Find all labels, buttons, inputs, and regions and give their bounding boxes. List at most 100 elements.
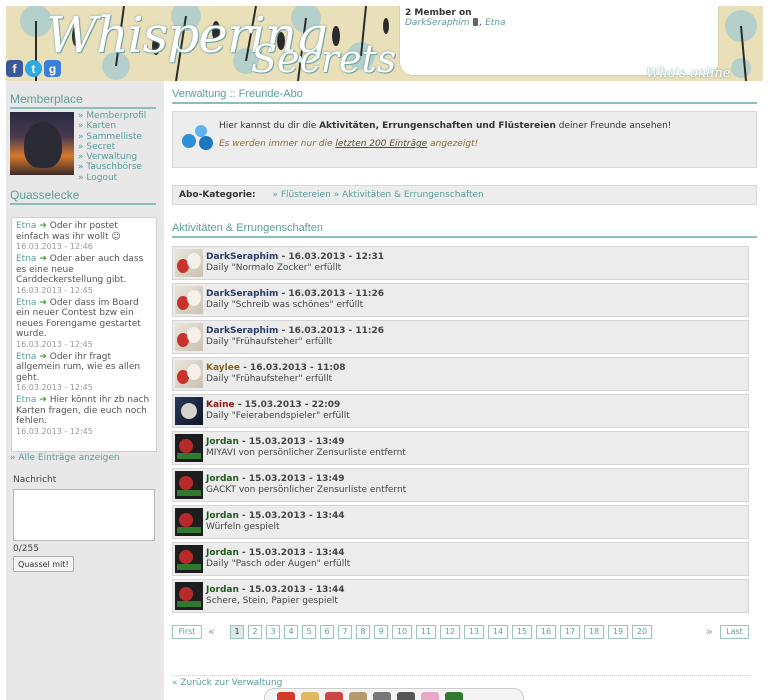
avatar[interactable]: [175, 471, 203, 499]
feed-user[interactable]: Jordan: [206, 474, 239, 484]
phone-icon: [473, 18, 479, 26]
printer-icon[interactable]: [397, 692, 415, 700]
feed-date: 16.03.2013 - 12:31: [288, 252, 384, 262]
pager-page-3[interactable]: 3: [266, 625, 280, 639]
megaphone-icon[interactable]: [373, 692, 391, 700]
pager-page-15[interactable]: 15: [512, 625, 532, 639]
table-row: Jordan - 15.03.2013 - 13:44 Daily "Pasch…: [172, 542, 749, 576]
shout-user[interactable]: Etna: [16, 298, 36, 308]
back-to-verwaltung-link[interactable]: « Zurück zur Verwaltung: [172, 675, 749, 688]
pager-page-17[interactable]: 17: [560, 625, 580, 639]
arrow-right-icon: ➔: [39, 351, 47, 362]
menu-item-logout[interactable]: Logout: [78, 173, 146, 183]
box-icon[interactable]: [349, 692, 367, 700]
avatar[interactable]: [175, 434, 203, 462]
avatar[interactable]: [175, 360, 203, 388]
feed-user[interactable]: Jordan: [206, 437, 239, 447]
shout-user[interactable]: Etna: [16, 352, 36, 362]
avatar[interactable]: [175, 249, 203, 277]
page-title: Verwaltung :: Freunde-Abo: [172, 86, 757, 104]
avatar[interactable]: [175, 286, 203, 314]
pager-page-16[interactable]: 16: [536, 625, 556, 639]
pager-page-9[interactable]: 9: [374, 625, 388, 639]
menu-item-secret[interactable]: Secret: [78, 142, 146, 152]
info-prefix: Hier kannst du dir die: [219, 121, 320, 131]
feed-action: MIYAVI von persönlicher Zensurliste entf…: [206, 448, 406, 458]
pager-prev-icon[interactable]: «: [208, 625, 215, 639]
social-links: f t g: [6, 60, 61, 77]
card-icon[interactable]: [445, 692, 463, 700]
twitter-icon[interactable]: t: [25, 60, 42, 77]
online-member-darkseraphim[interactable]: DarkSeraphim: [405, 18, 470, 28]
avatar[interactable]: [10, 112, 74, 175]
pager-last[interactable]: Last: [720, 625, 749, 639]
site-logo-text-2[interactable]: Secrets: [251, 39, 396, 79]
menu-item-sammelliste[interactable]: Sammelliste: [78, 132, 146, 142]
list-item: Etna ➔ Oder ihr fragt allgemein rum, wie…: [16, 352, 152, 394]
feed-user[interactable]: Jordan: [206, 548, 239, 558]
table-row: DarkSeraphim - 16.03.2013 - 12:31 Daily …: [172, 246, 749, 280]
avatar[interactable]: [175, 508, 203, 536]
pager-page-14[interactable]: 14: [488, 625, 508, 639]
toolbar-item-icon[interactable]: [301, 692, 319, 700]
feed-user[interactable]: DarkSeraphim: [206, 252, 278, 262]
pager-next-icon[interactable]: »: [706, 625, 713, 639]
quassel-submit-button[interactable]: Quassel mit!: [13, 556, 74, 572]
pager-page-20[interactable]: 20: [632, 625, 652, 639]
pager-page-7[interactable]: 7: [338, 625, 352, 639]
message-textarea[interactable]: [13, 489, 155, 541]
stop-sign-icon[interactable]: [277, 692, 295, 700]
abo-link-aktivitaeten[interactable]: » Aktivitäten & Errungenschaften: [334, 190, 484, 200]
info-suffix: deiner Freunde ansehen!: [555, 121, 672, 131]
pin-icon[interactable]: [325, 692, 343, 700]
google-icon[interactable]: g: [44, 60, 61, 77]
pager-page-8[interactable]: 8: [356, 625, 370, 639]
feed-action: Daily "Frühaufsteher" erfüllt: [206, 337, 333, 347]
note-prefix: Es werden immer nur die: [219, 139, 336, 149]
facebook-icon[interactable]: f: [6, 60, 23, 77]
pager-page-11[interactable]: 11: [416, 625, 436, 639]
feed-user[interactable]: DarkSeraphim: [206, 326, 278, 336]
shout-user[interactable]: Etna: [16, 395, 36, 405]
note-link[interactable]: letzten 200 Einträge: [335, 139, 427, 149]
pager-page-2[interactable]: 2: [248, 625, 262, 639]
avatar[interactable]: [175, 397, 203, 425]
arrow-right-icon: ➔: [39, 297, 47, 308]
pager-page-12[interactable]: 12: [440, 625, 460, 639]
pager-page-18[interactable]: 18: [584, 625, 604, 639]
menu-item-karten[interactable]: Karten: [78, 121, 146, 131]
feed-user[interactable]: DarkSeraphim: [206, 289, 278, 299]
member-menu: Memberprofil Karten Sammelliste Secret V…: [78, 111, 146, 183]
pager-page-1[interactable]: 1: [230, 625, 244, 639]
avatar[interactable]: [175, 545, 203, 573]
abo-link-fluestereien[interactable]: » Flüstereien: [273, 190, 331, 200]
shout-user[interactable]: Etna: [16, 254, 36, 264]
flower-icon[interactable]: [421, 692, 439, 700]
feed-user[interactable]: Jordan: [206, 511, 239, 521]
feed-date-sep: -: [238, 511, 249, 521]
menu-item-verwaltung[interactable]: Verwaltung: [78, 152, 146, 162]
nachricht-label: Nachricht: [13, 475, 57, 485]
shout-text: Oder aber auch dass es eine neue Carddec…: [16, 254, 144, 285]
pager-page-5[interactable]: 5: [302, 625, 316, 639]
avatar[interactable]: [175, 582, 203, 610]
pager-first[interactable]: First: [172, 625, 202, 639]
pager-page-19[interactable]: 19: [608, 625, 628, 639]
all-entries-link[interactable]: » Alle Einträge anzeigen: [10, 453, 120, 463]
pager-page-4[interactable]: 4: [284, 625, 298, 639]
online-member-etna[interactable]: Etna: [485, 18, 505, 28]
pager-page-6[interactable]: 6: [320, 625, 334, 639]
feed-user[interactable]: Kaine: [206, 400, 235, 410]
feed-user[interactable]: Kaylee: [206, 363, 240, 373]
feed-user[interactable]: Jordan: [206, 585, 239, 595]
list-item: Etna ➔ Oder ihr postet einfach was ihr w…: [16, 221, 152, 252]
menu-item-memberprofil[interactable]: Memberprofil: [78, 111, 146, 121]
shout-user[interactable]: Etna: [16, 221, 36, 231]
online-member-list: DarkSeraphim , Etna: [405, 18, 713, 28]
pager-page-13[interactable]: 13: [464, 625, 484, 639]
table-row: Kaine - 15.03.2013 - 22:09 Daily "Feiera…: [172, 394, 749, 428]
avatar[interactable]: [175, 323, 203, 351]
menu-item-tauschboerse[interactable]: Tauschbörse: [78, 162, 146, 172]
pager-page-10[interactable]: 10: [392, 625, 412, 639]
table-row: Jordan - 15.03.2013 - 13:44 Würfeln gesp…: [172, 505, 749, 539]
